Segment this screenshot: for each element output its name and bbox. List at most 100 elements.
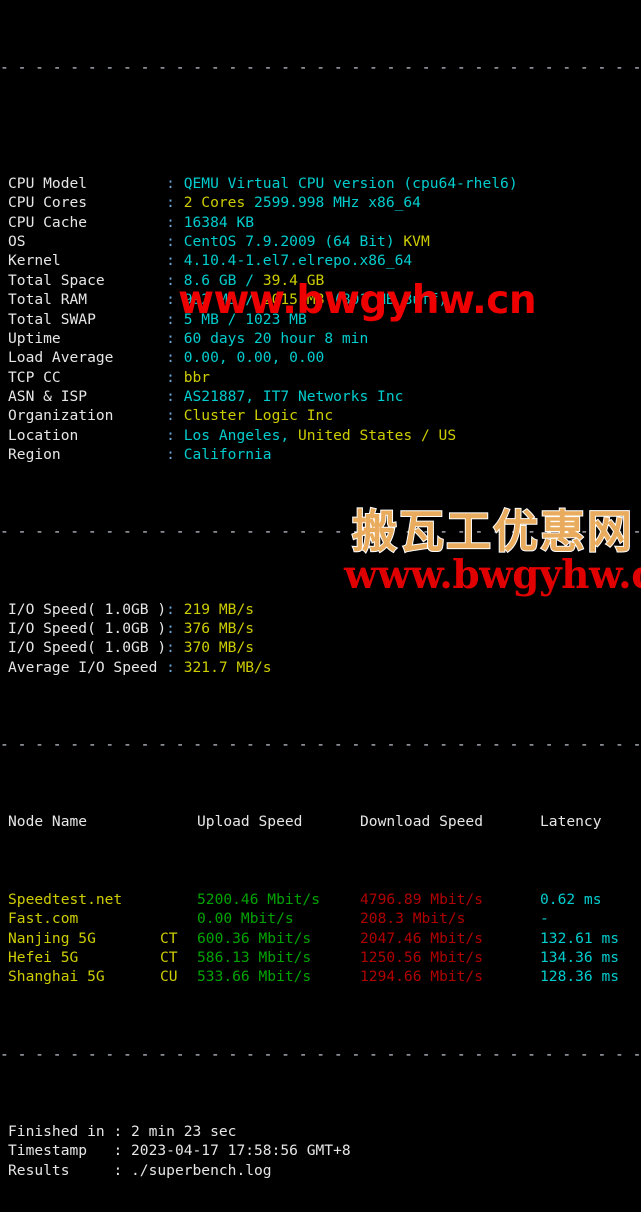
sysinfo-value-primary: 60 days 20 hour 8 min [183, 329, 369, 347]
sysinfo-label: OS [8, 233, 167, 251]
sysinfo-value-accent: 2015 MB [262, 291, 325, 309]
sysinfo-value-tail: (801 MB Buff) [324, 291, 448, 309]
sysinfo-colon: : [166, 329, 184, 347]
cell-upload-speed: 600.36 Mbit/s [197, 929, 312, 947]
sysinfo-row: Load Average : 0.00, 0.00, 0.00 [0, 348, 641, 367]
system-info-list: CPU Model : QEMU Virtual CPU version (cp… [0, 174, 641, 464]
io-speed-colon: : [166, 658, 184, 676]
io-speed-row: Average I/O Speed : 321.7 MB/s [0, 658, 641, 677]
sysinfo-row: CPU Cores : 2 Cores 2599.998 MHz x86_64 [0, 193, 641, 212]
cell-download-speed: 208.3 Mbit/s [360, 910, 466, 928]
table-row: Fast.com 0.00 Mbit/s 208.3 Mbit/s - [0, 909, 641, 928]
sysinfo-colon: : [166, 407, 184, 425]
sysinfo-colon: : [166, 252, 184, 270]
sysinfo-row: CPU Model : QEMU Virtual CPU version (cp… [0, 174, 641, 193]
speedtest-header-row: Node Name Upload Speed Download Speed Laten… [0, 812, 641, 831]
table-row: Shanghai 5G CU 533.66 Mbit/s 1294.66 Mbit/s… [0, 967, 641, 986]
cell-upload-speed: 0.00 Mbit/s [197, 910, 294, 928]
cell-latency: 134.36 ms [540, 948, 620, 966]
sysinfo-colon: : [166, 213, 184, 231]
sysinfo-value-primary: 4.10.4-1.el7.elrepo.x86_64 [183, 252, 413, 270]
sysinfo-value-accent: KVM [403, 233, 430, 251]
sysinfo-row: Region : California [0, 445, 641, 464]
sysinfo-row: ASN & ISP : AS21887, IT7 Networks Inc [0, 387, 641, 406]
summary-value: 2023-04-17 17:58:56 GMT+8 [131, 1142, 351, 1160]
sysinfo-colon: : [166, 271, 184, 289]
cell-download-speed: 1294.66 Mbit/s [360, 968, 484, 986]
sysinfo-colon: : [166, 368, 184, 386]
sysinfo-value-tail: 2599.998 MHz x86_64 [245, 194, 421, 212]
sysinfo-row: Total Space : 8.6 GB / 39.4 GB [0, 271, 641, 290]
cell-node-name: Shanghai 5G [8, 968, 105, 986]
sysinfo-row: Kernel : 4.10.4-1.el7.elrepo.x86_64 [0, 251, 641, 270]
sysinfo-row: Location : Los Angeles, United States / … [0, 426, 641, 445]
summary-list: Finished in : 2 min 23 sec Timestamp : 20… [0, 1122, 641, 1180]
cell-download-speed: 1250.56 Mbit/s [360, 948, 484, 966]
cell-latency: 0.62 ms [540, 890, 602, 908]
sysinfo-value-primary: 5 MB / 1023 MB [183, 310, 307, 328]
summary-row: Finished in : 2 min 23 sec [0, 1122, 641, 1141]
cell-node-name: Speedtest.net [8, 890, 123, 908]
summary-label: Results [8, 1161, 114, 1179]
cell-node-name: Hefei 5G [8, 948, 79, 966]
io-speed-value: 370 MB/s [183, 639, 255, 657]
sysinfo-row: Total SWAP : 5 MB / 1023 MB [0, 310, 641, 329]
io-speed-colon: : [166, 600, 184, 618]
table-row: Speedtest.net 5200.46 Mbit/s 4796.89 Mbit/… [0, 890, 641, 909]
sysinfo-label: CPU Cache [8, 213, 167, 231]
header-node-name: Node Name [8, 813, 88, 831]
io-speed-label: I/O Speed( 1.0GB ) [8, 620, 167, 637]
sysinfo-label: Total RAM [8, 291, 167, 309]
cell-upload-speed: 586.13 Mbit/s [197, 948, 312, 966]
sysinfo-colon: : [166, 291, 184, 309]
separator-top-text: - - - - - - - - - - - - - - - - - - - - … [0, 59, 641, 77]
separator-bottom-text: - - - - - - - - - - - - - - - - - - - - … [0, 1045, 641, 1063]
sysinfo-row: Organization : Cluster Logic Inc [0, 406, 641, 425]
sysinfo-value-primary: 992 MB / [183, 291, 263, 309]
sysinfo-row: TCP CC : bbr [0, 368, 641, 387]
sysinfo-colon: : [166, 349, 184, 367]
summary-value: ./superbench.log [131, 1161, 272, 1179]
io-speed-value: 376 MB/s [183, 620, 255, 637]
terminal-output: - - - - - - - - - - - - - - - - - - - - … [0, 0, 641, 1179]
separator-top: - - - - - - - - - - - - - - - - - - - - … [0, 58, 641, 77]
sysinfo-colon: : [166, 387, 184, 405]
sysinfo-row: CPU Cache : 16384 KB [0, 213, 641, 232]
header-download-speed: Download Speed [360, 813, 484, 831]
sysinfo-label: Organization [8, 407, 167, 425]
sysinfo-value-accent: 39.4 GB [262, 271, 325, 289]
sysinfo-colon: : [166, 233, 184, 251]
io-speed-label: Average I/O Speed [8, 658, 167, 676]
sysinfo-colon: : [166, 426, 184, 444]
sysinfo-value-primary: AS21887, IT7 Networks Inc [183, 387, 404, 405]
cell-download-speed: 4796.89 Mbit/s [360, 890, 484, 908]
cell-upload-speed: 533.66 Mbit/s [197, 968, 312, 986]
summary-colon: : [113, 1122, 132, 1140]
sysinfo-label: Total SWAP [8, 310, 167, 328]
separator-mid-text: - - - - - - - - - - - - - - - - - - - - … [0, 523, 641, 541]
io-speed-label: I/O Speed( 1.0GB ) [8, 639, 167, 657]
summary-label: Finished in [8, 1122, 114, 1140]
sysinfo-colon: : [166, 194, 184, 212]
summary-colon: : [113, 1161, 132, 1179]
cell-isp: CT [160, 948, 178, 966]
cell-download-speed: 2047.46 Mbit/s [360, 929, 484, 947]
separator-table-text: - - - - - - - - - - - - - - - - - - - - … [0, 736, 641, 754]
io-speed-colon: : [166, 639, 184, 657]
sysinfo-row: Total RAM : 992 MB / 2015 MB (801 MB Buf… [0, 290, 641, 309]
cell-isp: CT [160, 929, 178, 947]
sysinfo-value-accent: 2 Cores [183, 194, 246, 212]
sysinfo-value-primary: California [183, 445, 272, 463]
sysinfo-label: CPU Cores [8, 194, 167, 212]
separator-table: - - - - - - - - - - - - - - - - - - - - … [0, 735, 641, 754]
cell-latency: 132.61 ms [540, 929, 620, 947]
summary-row: Timestamp : 2023-04-17 17:58:56 GMT+8 [0, 1141, 641, 1160]
summary-value: 2 min 23 sec [131, 1122, 237, 1140]
io-speed-label: I/O Speed( 1.0GB ) [8, 600, 167, 618]
sysinfo-value-primary: QEMU Virtual CPU version (cpu64-rhel6) [183, 175, 518, 193]
cell-latency: 128.36 ms [540, 968, 620, 986]
cell-upload-speed: 5200.46 Mbit/s [197, 890, 321, 908]
sysinfo-value-primary: 16384 KB [183, 213, 255, 231]
separator-mid: - - - - - - - - - - - - - - - - - - - - … [0, 522, 641, 541]
sysinfo-row: Uptime : 60 days 20 hour 8 min [0, 329, 641, 348]
